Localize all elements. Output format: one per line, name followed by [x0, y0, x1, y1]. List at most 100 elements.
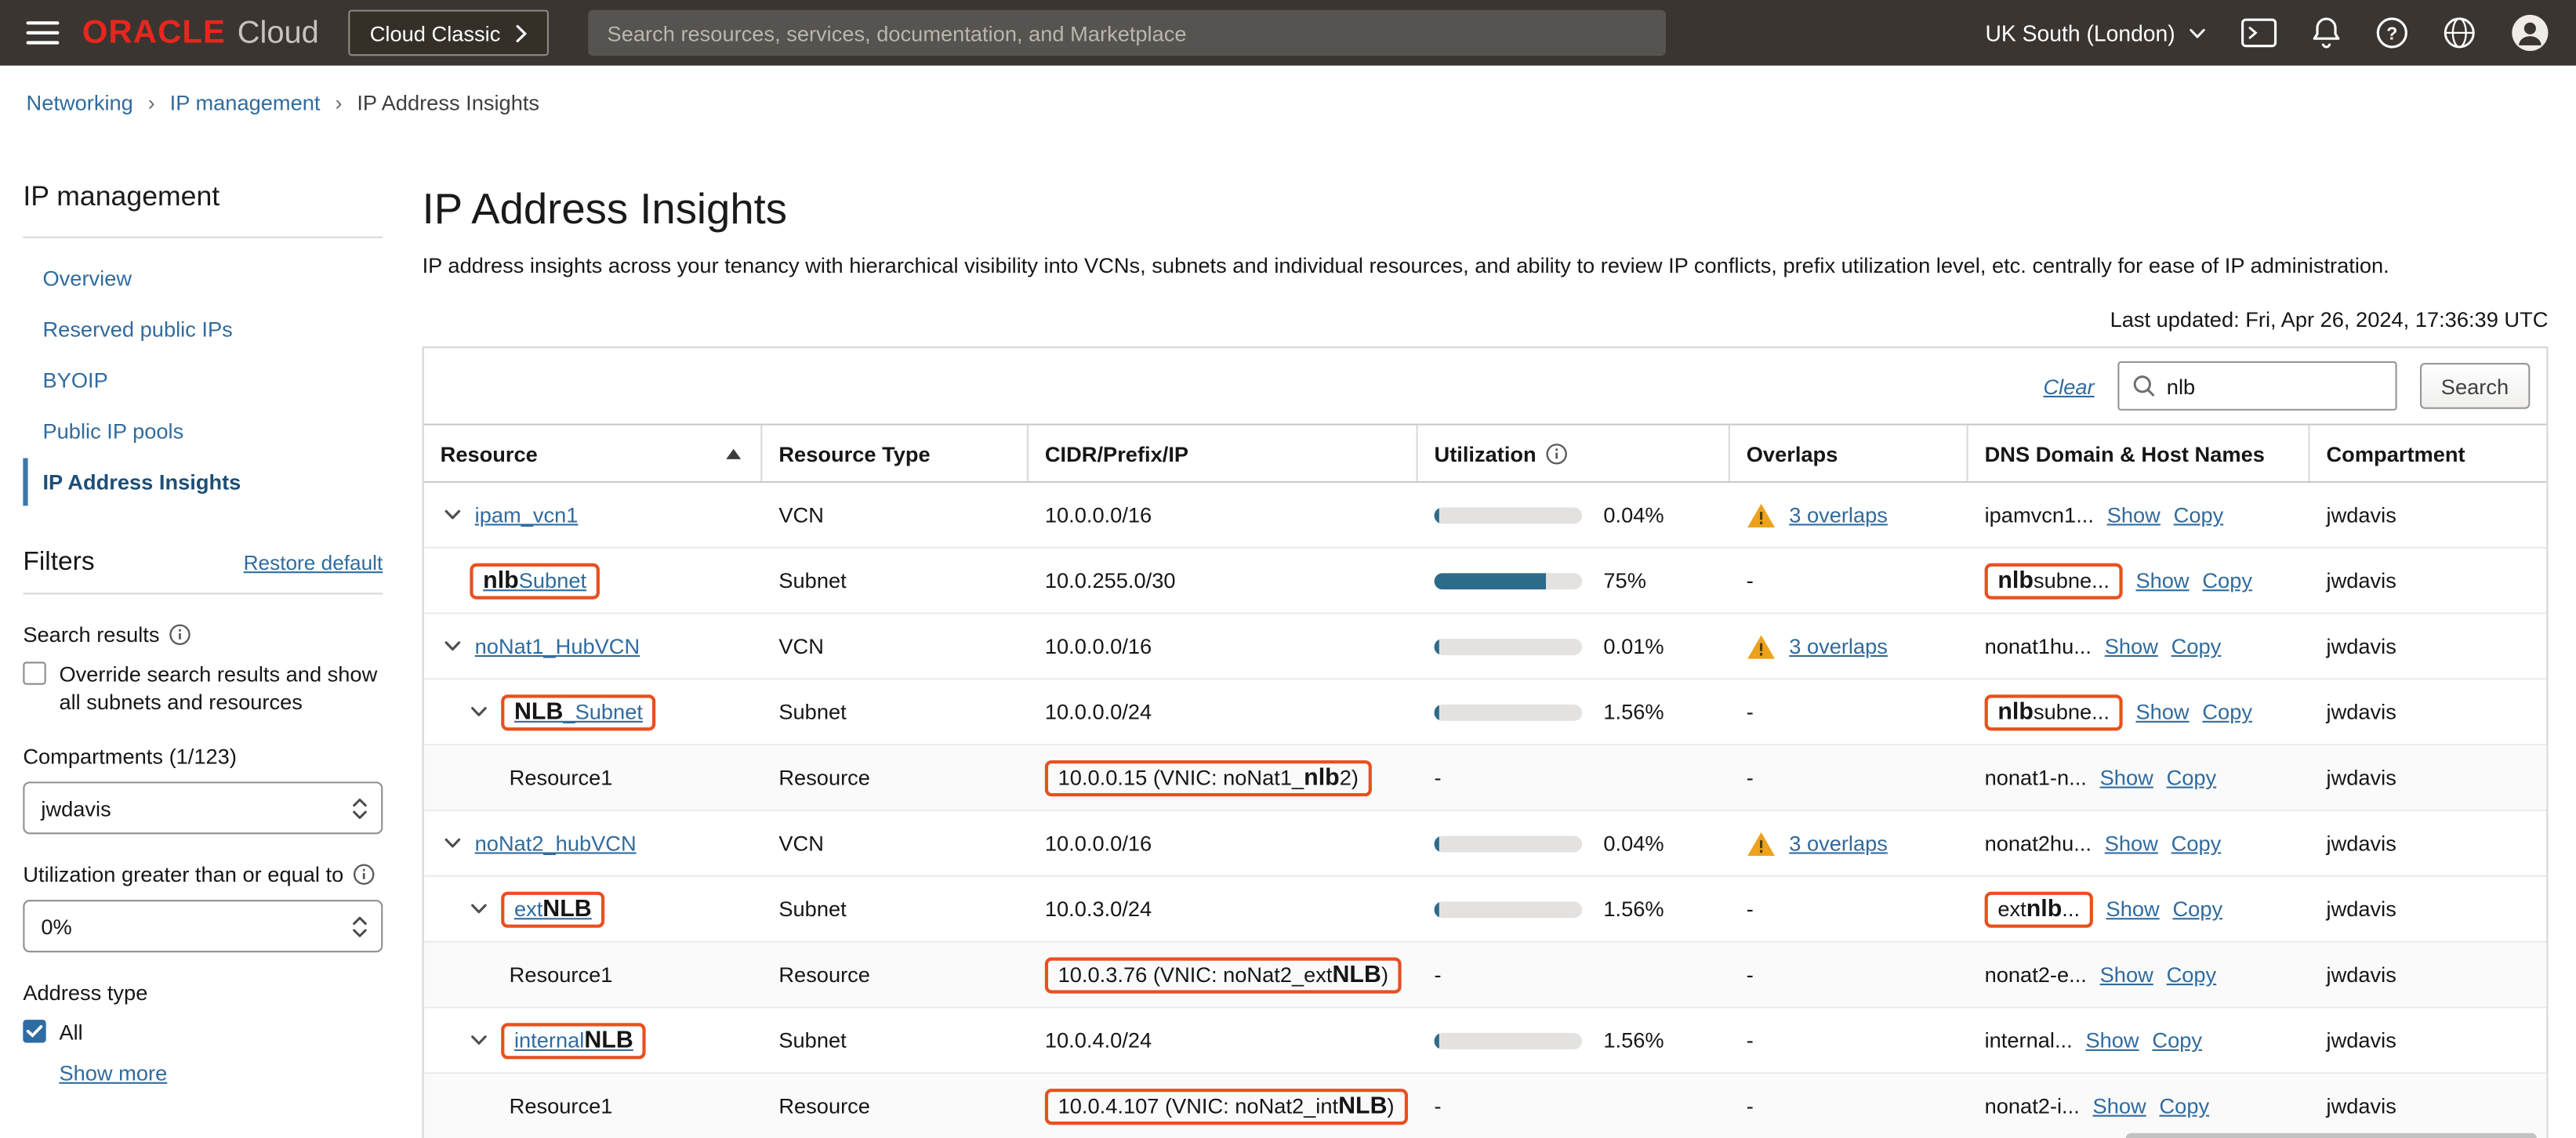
resource-name[interactable]: NLB_Subnet [514, 699, 643, 726]
resource-name[interactable]: Resource1 [510, 765, 613, 789]
copy-link[interactable]: Copy [2152, 1028, 2202, 1053]
override-checkbox[interactable] [23, 661, 45, 684]
compartment-name: jwdavis [2327, 502, 2396, 527]
developer-tools-icon[interactable] [2241, 18, 2277, 48]
compartment-cell: jwdavis [2310, 1074, 2547, 1138]
search-button[interactable]: Search [2420, 363, 2531, 409]
utilization-bar [1435, 638, 1583, 654]
chevron-down-icon[interactable] [470, 903, 488, 915]
show-link[interactable]: Show [2107, 502, 2161, 527]
utilization-value: 1.56% [1603, 700, 1664, 724]
show-link[interactable]: Show [2093, 1093, 2146, 1118]
column-header-resource-type[interactable]: Resource Type [762, 426, 1029, 481]
resource-cell: internalNLB [424, 1008, 763, 1072]
global-search-input[interactable]: Search resources, services, documentatio… [587, 10, 1665, 56]
profile-avatar[interactable] [2510, 13, 2549, 53]
compartment-cell: jwdavis [2310, 811, 2547, 875]
show-link[interactable]: Show [2135, 700, 2189, 724]
overlaps-empty: - [1747, 962, 1754, 987]
overlaps-link[interactable]: 3 overlaps [1789, 634, 1888, 658]
oracle-cloud-logo: ORACLE Cloud [82, 14, 319, 52]
region-selector[interactable]: UK South (London) [1985, 20, 2206, 45]
copy-link[interactable]: Copy [2171, 831, 2222, 855]
show-link[interactable]: Show [2105, 634, 2158, 658]
overlaps-link[interactable]: 3 overlaps [1789, 502, 1888, 527]
topbar: ORACLE Cloud Cloud Classic Search resour… [0, 0, 2576, 66]
resource-cell: Resource1 [424, 943, 763, 1007]
resource-name[interactable]: noNat2_hubVCN [475, 831, 637, 855]
show-link[interactable]: Show [2100, 962, 2153, 987]
sidebar-item-reserved-public-ips[interactable]: Reserved public IPs [23, 306, 383, 353]
show-link[interactable]: Show [2106, 897, 2160, 921]
show-link[interactable]: Show [2085, 1028, 2139, 1053]
show-link[interactable]: Show [2105, 831, 2158, 855]
copy-link[interactable]: Copy [2202, 568, 2252, 593]
overlaps-link[interactable]: 3 overlaps [1789, 831, 1888, 855]
sidebar-item-public-ip-pools[interactable]: Public IP pools [23, 408, 383, 455]
chevron-down-icon[interactable] [444, 640, 462, 652]
utilization-value: 0.01% [1603, 634, 1664, 658]
main: IP Address Insights IP address insights … [423, 138, 2576, 1138]
compartment-select[interactable]: jwdavis [23, 781, 383, 834]
restore-default-link[interactable]: Restore default [244, 552, 383, 574]
chevron-down-icon[interactable] [444, 838, 462, 850]
menu-icon[interactable] [27, 21, 60, 44]
search-results-label: Search results [23, 622, 159, 647]
table-search-input[interactable]: nlb [2117, 361, 2396, 411]
show-link[interactable]: Show [2100, 765, 2153, 789]
show-more-link[interactable]: Show more [59, 1060, 167, 1085]
column-label: Utilization [1435, 441, 1537, 466]
info-icon[interactable] [169, 624, 190, 645]
breadcrumb-item-ip-management[interactable]: IP management [170, 89, 321, 114]
compartment-name: jwdavis [2327, 962, 2396, 987]
column-header-utilization[interactable]: Utilization [1418, 426, 1730, 481]
resource-name[interactable]: Resource1 [510, 962, 613, 987]
utilization-empty: - [1435, 962, 1442, 987]
sidebar-item-byoip[interactable]: BYOIP [23, 357, 383, 404]
resource-type-cell: Resource [762, 1074, 1029, 1138]
column-header-cidr-prefix-ip[interactable]: CIDR/Prefix/IP [1029, 426, 1418, 481]
resource-name[interactable]: internalNLB [514, 1027, 633, 1054]
highlight-box: nlbSubnet [470, 563, 599, 599]
chevron-down-icon[interactable] [470, 1035, 488, 1046]
overlaps-cell: 3 overlaps [1730, 483, 1968, 547]
language-icon[interactable] [2443, 16, 2476, 49]
clear-link[interactable]: Clear [2043, 374, 2094, 398]
compartment-name: jwdavis [2327, 831, 2396, 855]
utilization-select[interactable]: 0% [23, 900, 383, 952]
region-label: UK South (London) [1985, 20, 2175, 45]
resource-name[interactable]: extNLB [514, 896, 592, 922]
chevron-down-icon[interactable] [444, 509, 462, 521]
info-icon[interactable] [1546, 443, 1567, 464]
copy-link[interactable]: Copy [2167, 765, 2217, 789]
resource-name[interactable]: ipam_vcn1 [475, 502, 579, 527]
column-header-overlaps[interactable]: Overlaps [1730, 426, 1968, 481]
copy-link[interactable]: Copy [2172, 897, 2222, 921]
column-header-compartment[interactable]: Compartment [2310, 426, 2547, 481]
horizontal-scrollbar[interactable] [2126, 1133, 2537, 1138]
chevron-down-icon[interactable] [470, 706, 488, 718]
help-icon[interactable]: ? [2375, 16, 2408, 49]
copy-link[interactable]: Copy [2174, 502, 2224, 527]
sidebar-item-ip-address-insights[interactable]: IP Address Insights [23, 458, 383, 506]
column-header-resource[interactable]: Resource [424, 426, 763, 481]
copy-link[interactable]: Copy [2171, 634, 2222, 658]
cloud-classic-button[interactable]: Cloud Classic [349, 10, 549, 56]
sidebar-item-overview[interactable]: Overview [23, 255, 383, 303]
copy-link[interactable]: Copy [2167, 962, 2217, 987]
compartment-cell: jwdavis [2310, 877, 2547, 941]
notifications-icon[interactable] [2312, 16, 2342, 49]
resource-name[interactable]: noNat1_HubVCN [475, 634, 640, 658]
resource-name[interactable]: Resource1 [510, 1093, 613, 1118]
info-icon[interactable] [354, 864, 375, 885]
address-type-all-checkbox[interactable] [23, 1020, 45, 1042]
copy-link[interactable]: Copy [2160, 1093, 2210, 1118]
column-label: CIDR/Prefix/IP [1045, 441, 1188, 466]
copy-link[interactable]: Copy [2202, 700, 2252, 724]
resource-name[interactable]: nlbSubnet [483, 567, 586, 594]
breadcrumb-item-networking[interactable]: Networking [27, 89, 133, 114]
resource-cell: NLB_Subnet [424, 680, 763, 744]
sort-ascending-icon[interactable] [726, 448, 741, 459]
show-link[interactable]: Show [2135, 568, 2189, 593]
column-header-dns-domain-host-names[interactable]: DNS Domain & Host Names [1968, 426, 2310, 481]
